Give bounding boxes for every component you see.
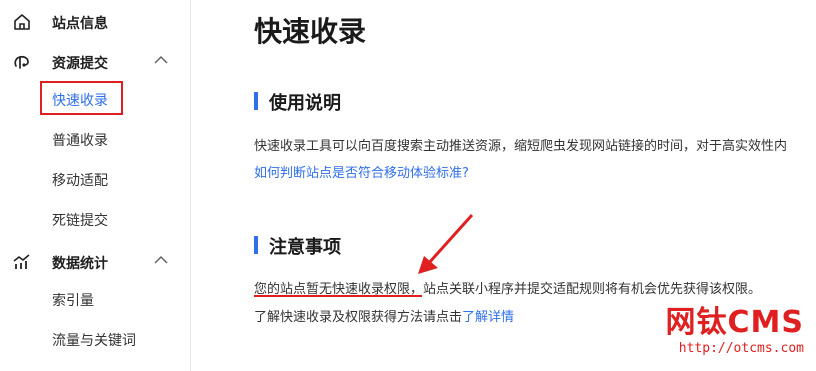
sidebar-group-label: 数据统计 <box>52 256 108 272</box>
sidebar-group-data-stats[interactable]: 数据统计 <box>0 246 190 276</box>
notice-rest-text: ，站点关联小程序并提交适配规则将有机会优先获得该权限。 <box>410 282 762 297</box>
page-title: 快速收录 <box>254 15 367 48</box>
stats-icon <box>13 254 30 269</box>
usage-description: 快速收录工具可以向百度搜索主动推送资源，缩短爬虫发现网站链接的时间，对于高实效性… <box>254 139 788 154</box>
section-title-usage: 使用说明 <box>269 93 341 114</box>
sidebar-group-resource-submit[interactable]: 资源提交 <box>0 46 190 76</box>
annotation-arrow-icon <box>418 213 474 274</box>
section-marker <box>254 236 258 254</box>
sidebar-group-label: 资源提交 <box>52 56 108 72</box>
notice-line-2: 了解快速收录及权限获得方法请点击了解详情 <box>254 306 514 325</box>
sidebar-item-deadlink-submit[interactable]: 死链提交 <box>52 210 108 230</box>
chevron-up-icon[interactable] <box>153 254 169 266</box>
sidebar-item-traffic-keywords[interactable]: 流量与关键词 <box>52 330 136 350</box>
sidebar: 站点信息 资源提交 快速收录 普通收录 移动适配 死链提交 数据统计 索引量 流… <box>0 0 191 371</box>
mobile-standard-link[interactable]: 如何判断站点是否符合移动体验标准? <box>254 162 469 181</box>
submit-icon <box>14 55 29 69</box>
annotation-underline <box>254 295 422 297</box>
chevron-up-icon[interactable] <box>153 54 169 66</box>
learn-more-link[interactable]: 了解详情 <box>462 310 514 325</box>
sidebar-item-mobile-adapt[interactable]: 移动适配 <box>52 170 108 190</box>
section-marker <box>254 92 258 110</box>
watermark: 网钛CMS http://otcms.com <box>665 305 804 356</box>
sidebar-group-label: 站点信息 <box>52 16 108 32</box>
highlight-box <box>40 81 123 115</box>
sidebar-item-normal-index[interactable]: 普通收录 <box>52 130 108 150</box>
sidebar-item-index-count[interactable]: 索引量 <box>52 290 94 310</box>
notice-prefix-text: 了解快速收录及权限获得方法请点击 <box>254 310 463 325</box>
watermark-logo: 网钛CMS <box>665 305 804 340</box>
watermark-url: http://otcms.com <box>678 341 804 356</box>
home-icon <box>14 14 30 30</box>
sidebar-group-site-info[interactable]: 站点信息 <box>0 6 190 36</box>
section-title-notice: 注意事项 <box>269 237 341 258</box>
